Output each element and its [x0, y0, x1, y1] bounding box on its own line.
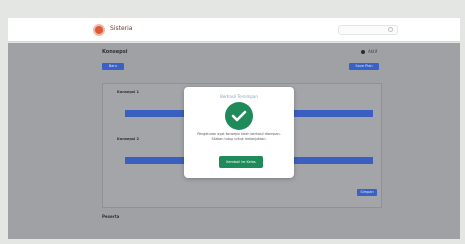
search-icon: [388, 27, 393, 32]
save-plan-button[interactable]: Save Plan: [349, 63, 379, 70]
top-navbar: Sisteria: [8, 18, 460, 42]
submit-button[interactable]: Simpan: [357, 189, 377, 196]
check-circle-icon: [225, 102, 253, 130]
search-input[interactable]: [338, 25, 398, 35]
new-button[interactable]: Baru: [102, 63, 124, 70]
status-dot-icon: [361, 49, 365, 54]
success-modal: Berhasil Tersimpan Pengaturan ayat konse…: [184, 87, 294, 178]
app-logo-icon[interactable]: [93, 24, 105, 36]
legend-label: Aktif: [368, 49, 378, 54]
modal-confirm-button[interactable]: Kembali ke Kelas: [219, 156, 263, 168]
status-legend: Aktif: [361, 49, 377, 54]
app-brand-name[interactable]: Sisteria: [110, 25, 132, 32]
panel-label-1: Konsepsi 1: [117, 90, 140, 94]
modal-message: Pengaturan ayat konsepsi telah berhasil …: [197, 132, 281, 141]
section-label-participants: Peserta: [102, 214, 120, 219]
panel-label-2: Konsepsi 2: [117, 137, 140, 141]
modal-title: Berhasil Tersimpan: [220, 94, 258, 99]
page-title: Konsepsi: [102, 49, 128, 55]
